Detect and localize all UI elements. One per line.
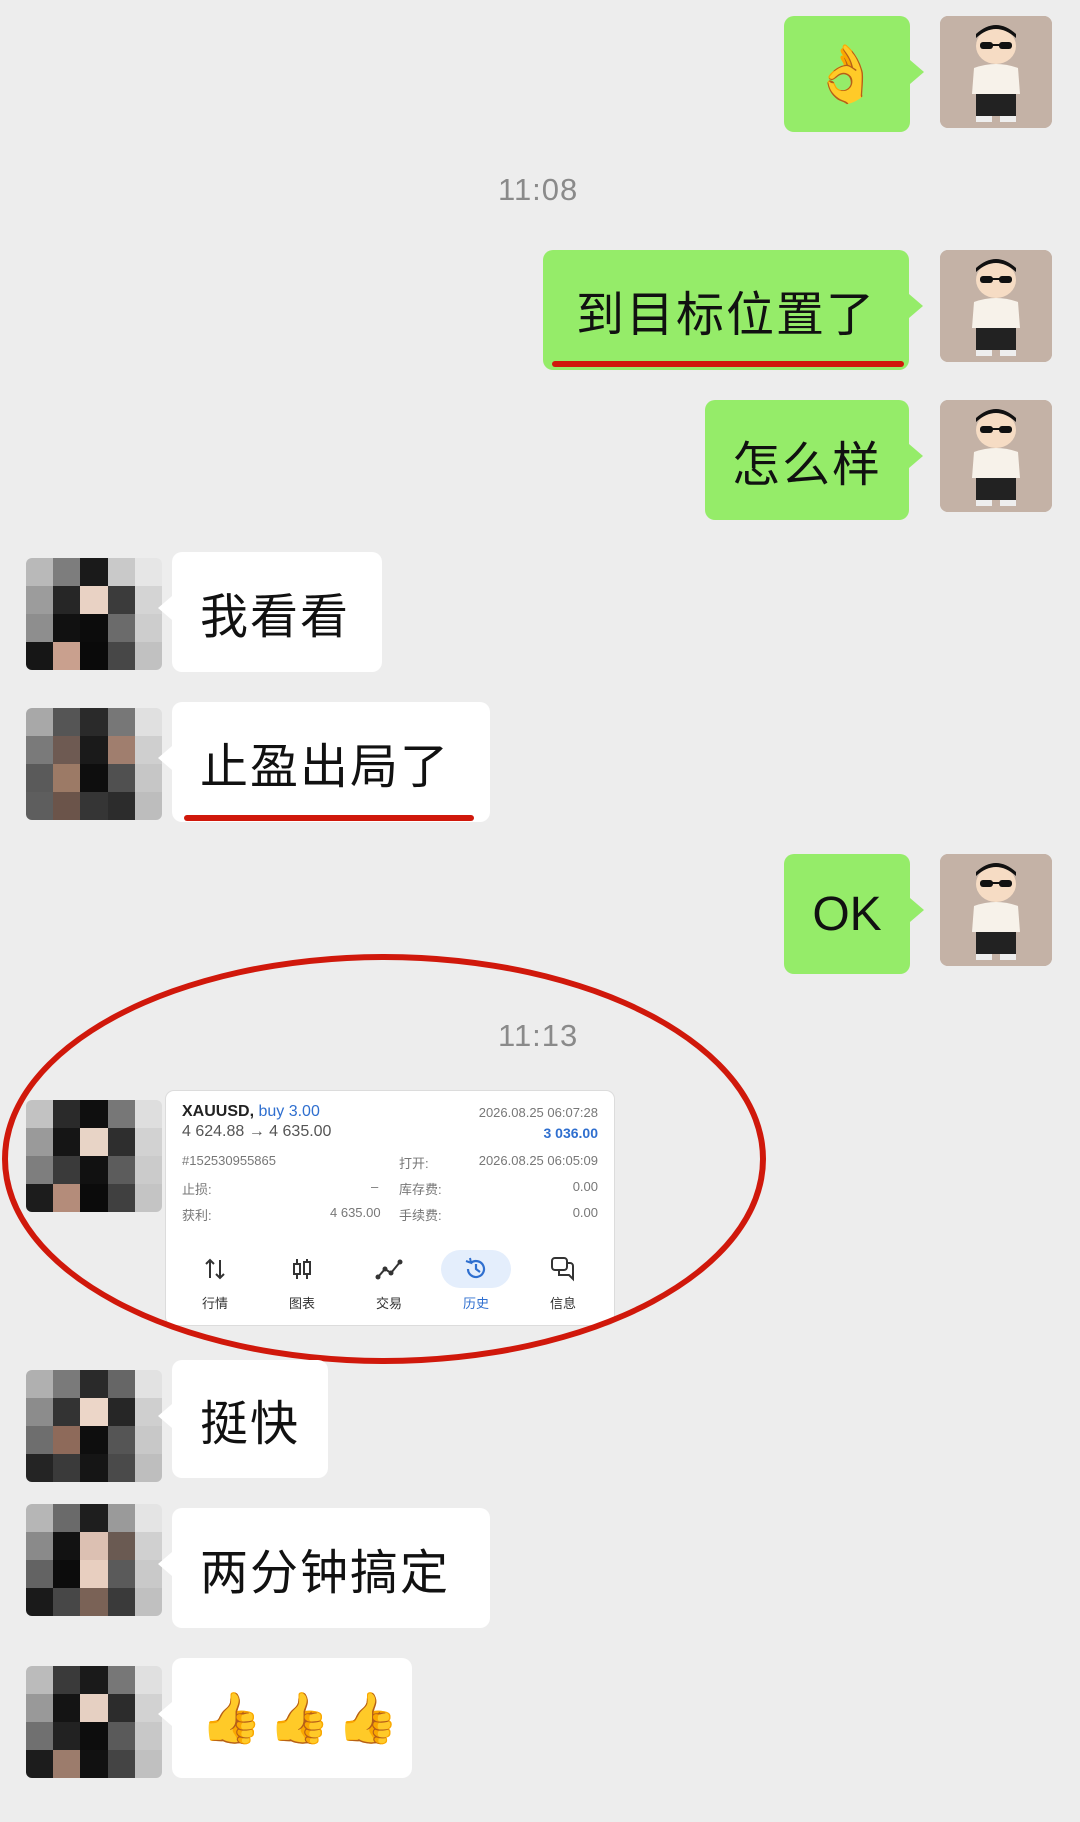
message-bubble-sent[interactable]: 到目标位置了 bbox=[543, 250, 923, 370]
message-bubble-sent[interactable]: 👌 bbox=[784, 16, 924, 132]
swap-label: 库存费: bbox=[399, 1182, 442, 1197]
contact-avatar-pixelated[interactable] bbox=[26, 558, 162, 670]
message-text: 我看看 bbox=[200, 589, 351, 645]
sl-label: 止损: bbox=[182, 1182, 212, 1197]
message-text: 到目标位置了 bbox=[575, 287, 876, 343]
tab-chart[interactable]: 图表 bbox=[267, 1249, 337, 1312]
tab-messages[interactable]: 信息 bbox=[528, 1249, 598, 1312]
symbol-text: XAUUSD, bbox=[182, 1103, 255, 1120]
self-avatar[interactable] bbox=[940, 16, 1052, 128]
avatar-cartoon-icon bbox=[940, 400, 1052, 512]
tab-label: 历史 bbox=[462, 1296, 489, 1311]
contact-avatar-pixelated[interactable] bbox=[26, 1666, 162, 1778]
thumbs-up-emoji: 👍👍👍 bbox=[200, 1688, 405, 1747]
trade-symbol: XAUUSD, buy 3.00 bbox=[182, 1103, 320, 1121]
tab-trade[interactable]: 交易 bbox=[354, 1249, 424, 1312]
contact-avatar-pixelated[interactable] bbox=[26, 1100, 162, 1212]
close-time: 2026.08.25 06:07:28 bbox=[478, 1105, 598, 1120]
red-underline-annotation bbox=[184, 815, 474, 821]
bottom-tab-bar: 行情 图表 交易 历史 信息 bbox=[166, 1249, 614, 1319]
contact-avatar-pixelated[interactable] bbox=[26, 1504, 162, 1616]
self-avatar[interactable] bbox=[940, 400, 1052, 512]
message-text: 两分钟搞定 bbox=[200, 1545, 451, 1601]
message-text: 怎么样 bbox=[731, 437, 882, 493]
price-move: 4 624.88 → 4 635.00 bbox=[182, 1123, 332, 1140]
ok-hand-emoji: 👌 bbox=[811, 42, 883, 107]
sl-value: – bbox=[371, 1179, 379, 1194]
swap-value: 0.00 bbox=[572, 1179, 598, 1194]
message-bubble-received[interactable]: 👍👍👍 bbox=[158, 1658, 412, 1778]
open-label: 打开: bbox=[399, 1156, 429, 1171]
message-bubble-received[interactable]: 止盈出局了 bbox=[158, 702, 490, 822]
candlestick-icon bbox=[293, 1259, 311, 1279]
chat-bubbles-icon bbox=[551, 1257, 574, 1282]
red-underline-annotation bbox=[552, 361, 904, 367]
avatar-cartoon-icon bbox=[940, 16, 1052, 128]
tab-label: 行情 bbox=[201, 1296, 228, 1311]
profit-value: 3 036.00 bbox=[543, 1125, 599, 1141]
message-bubble-sent[interactable]: OK bbox=[784, 854, 924, 974]
contact-avatar-pixelated[interactable] bbox=[26, 1370, 162, 1482]
avatar-cartoon-icon bbox=[940, 854, 1052, 966]
self-avatar[interactable] bbox=[940, 250, 1052, 362]
self-avatar[interactable] bbox=[940, 854, 1052, 966]
arrows-updown-icon bbox=[205, 1258, 225, 1280]
tp-value: 4 635.00 bbox=[330, 1205, 381, 1220]
message-bubble-received[interactable]: 挺快 bbox=[158, 1360, 328, 1478]
message-text: OK bbox=[812, 887, 882, 941]
message-text: 挺快 bbox=[200, 1396, 301, 1452]
timestamp: 11:13 bbox=[498, 1018, 579, 1053]
trade-screenshot-card[interactable]: XAUUSD, buy 3.00 4 624.88 → 4 635.00 202… bbox=[166, 1091, 614, 1325]
tab-label: 信息 bbox=[549, 1296, 576, 1311]
timestamp: 11:08 bbox=[498, 172, 579, 207]
order-id: #152530955865 bbox=[182, 1153, 276, 1168]
message-bubble-received[interactable]: 我看看 bbox=[158, 552, 382, 672]
message-bubble-sent[interactable]: 怎么样 bbox=[705, 400, 923, 520]
trade-side: buy 3.00 bbox=[258, 1103, 320, 1120]
tp-label: 获利: bbox=[182, 1208, 212, 1223]
tab-label: 图表 bbox=[288, 1296, 315, 1311]
message-bubble-received[interactable]: 两分钟搞定 bbox=[158, 1508, 490, 1628]
contact-avatar-pixelated[interactable] bbox=[26, 708, 162, 820]
commission-label: 手续费: bbox=[399, 1208, 442, 1223]
history-clock-icon bbox=[465, 1257, 486, 1279]
message-text: 止盈出局了 bbox=[200, 739, 451, 795]
commission-value: 0.00 bbox=[572, 1205, 598, 1220]
tab-history[interactable]: 历史 bbox=[441, 1249, 511, 1312]
avatar-cartoon-icon bbox=[940, 250, 1052, 362]
tab-label: 交易 bbox=[375, 1296, 402, 1311]
open-time: 2026.08.25 06:05:09 bbox=[478, 1153, 598, 1168]
tab-quotes[interactable]: 行情 bbox=[180, 1249, 250, 1312]
trend-line-icon bbox=[375, 1259, 403, 1280]
